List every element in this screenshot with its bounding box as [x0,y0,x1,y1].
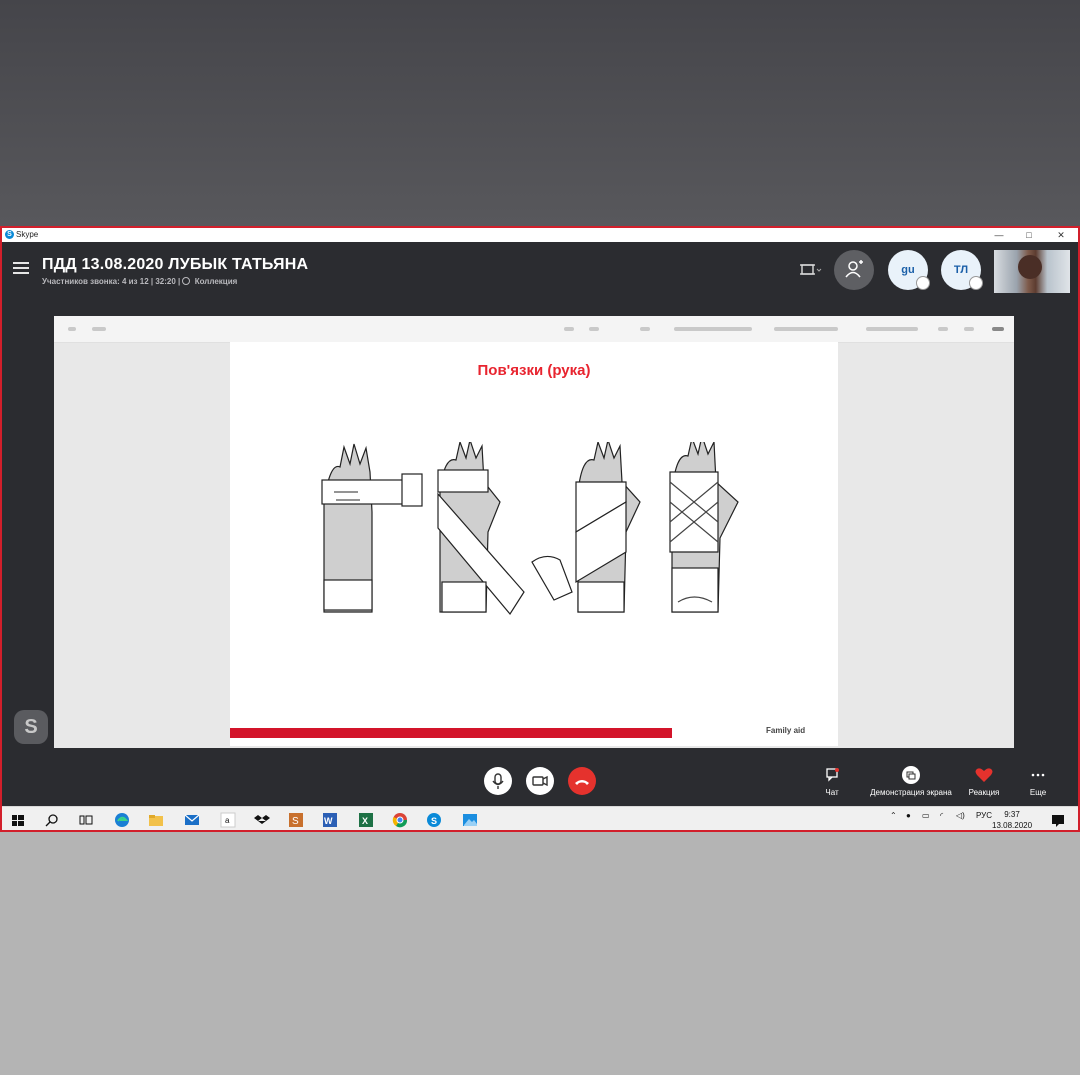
dropbox-icon[interactable] [254,812,270,828]
end-call-button[interactable] [568,767,596,795]
backdrop-top [0,0,1080,226]
maximize-button[interactable]: □ [1014,228,1044,242]
tray-microphone-icon[interactable]: ● [906,811,911,820]
svg-text:W: W [324,816,333,826]
edge-browser-icon[interactable] [114,812,130,828]
self-video-thumbnail[interactable] [994,250,1070,293]
input-language[interactable]: РУС [976,811,992,820]
collection-link[interactable]: Коллекция [195,277,238,286]
presentation-slide: Пов'язки (рука) Family aid [230,342,838,746]
chrome-icon[interactable] [392,812,408,828]
word-icon[interactable]: W [322,812,338,828]
share-screen-label: Демонстрация экрана [870,788,952,797]
skype-watermark-icon: S [14,710,48,744]
collection-icon [182,277,191,285]
video-camera-icon [532,775,548,787]
amazon-icon[interactable]: a [220,812,236,828]
wifi-icon[interactable]: ◜ [940,811,943,820]
svg-text:a: a [225,816,230,825]
minimize-button[interactable]: — [984,228,1014,242]
slide-title: Пов'язки (рука) [477,362,591,379]
camera-button[interactable] [526,767,554,795]
share-screen-icon [902,766,920,784]
windows-start-icon[interactable] [10,812,26,828]
participant-avatar-tl[interactable]: ТЛ [941,250,983,290]
more-dots-icon [1031,773,1045,777]
muted-mic-icon [916,276,930,290]
slide-footer-bar [230,728,672,738]
call-controls: Чат Демонстрация экрана Реакция Еще [2,758,1078,806]
microphone-icon [492,773,504,789]
close-button[interactable]: ✕ [1046,228,1076,242]
more-button[interactable]: Еще [1022,766,1054,797]
svg-text:S: S [292,816,299,827]
share-screen-button[interactable]: Демонстрация экрана [864,766,958,797]
chat-label: Чат [825,788,839,797]
tray-chevron-up-icon[interactable]: ⌃ [890,811,897,820]
file-explorer-icon[interactable] [148,812,164,828]
chat-icon [826,768,839,782]
sublime-text-icon[interactable]: S [288,812,304,828]
volume-icon[interactable]: ◁) [956,811,965,820]
more-label: Еще [1029,788,1047,797]
reaction-label: Реакция [968,788,1000,797]
svg-text:S: S [431,816,437,826]
excel-icon[interactable]: X [358,812,374,828]
participant-avatar-gu[interactable]: gu [888,250,930,290]
add-participant-button[interactable] [834,250,874,290]
call-subtitle: Участников звонка: 4 из 12 | 32:20 | Кол… [42,277,237,286]
svg-text:X: X [362,816,368,826]
menu-icon[interactable] [13,262,29,274]
skype-logo-icon: S [5,230,14,239]
bandaged-hands-illustration [321,442,739,616]
slide-brand: Family aid [766,726,806,735]
self-video-person [1018,255,1042,279]
taskbar-clock[interactable]: 9:37 13.08.2020 [992,809,1033,830]
layout-switch-icon[interactable] [800,262,822,278]
call-stage: Пов'язки (рука) Family aid S [2,300,1078,758]
reaction-button[interactable]: Реакция [964,766,1004,797]
call-header: ПДД 13.08.2020 ЛУБЫК ТАТЬЯНА Участников … [2,242,1078,300]
call-title: ПДД 13.08.2020 ЛУБЫК ТАТЬЯНА [42,256,309,273]
hang-up-icon [575,780,589,785]
windows-taskbar: a S W X S ⌃ ● ▭ ◜ ◁) РУС 9:37 13.08.2020 [2,806,1078,830]
notification-center-icon[interactable] [1050,812,1066,828]
clock-time: 9:37 [1004,810,1020,819]
chat-button[interactable]: Чат [814,766,850,797]
shared-screen: Пов'язки (рука) Family aid [54,316,1014,748]
skype-taskbar-icon[interactable]: S [426,812,442,828]
heart-icon [975,768,993,782]
add-person-icon [845,260,863,278]
backdrop-bottom [0,832,1080,1075]
shared-screen-toolbar [54,316,1014,343]
battery-icon[interactable]: ▭ [922,811,930,820]
microphone-button[interactable] [484,767,512,795]
mail-icon[interactable] [184,812,200,828]
skype-window: S Skype — □ ✕ ПДД 13.08.2020 ЛУБЫК ТАТЬЯ… [0,226,1080,832]
call-status: Участников звонка: 4 из 12 | 32:20 | [42,277,183,286]
window-titlebar: S Skype — □ ✕ [2,228,1078,242]
clock-date: 13.08.2020 [992,821,1033,830]
app-name: Skype [16,230,39,239]
muted-mic-icon [969,276,983,290]
search-icon[interactable] [44,812,60,828]
photos-icon[interactable] [462,812,478,828]
task-view-icon[interactable] [78,812,94,828]
